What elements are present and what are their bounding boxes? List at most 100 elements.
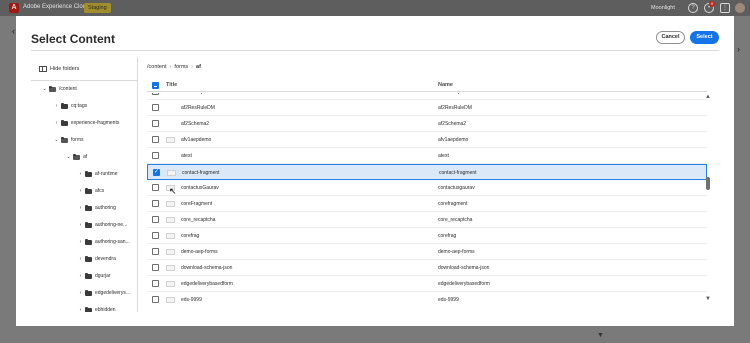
select-all-checkbox[interactable] <box>152 82 159 89</box>
row-name: afv1aepdemo <box>438 137 469 143</box>
chevron-down-icon[interactable]: ⌄ <box>41 86 48 92</box>
table-header: Title Name <box>147 78 707 92</box>
row-checkbox[interactable] <box>152 136 159 143</box>
tree-item-authoring-ne[interactable]: › authoring-ne... <box>77 220 127 230</box>
chevron-right-icon[interactable]: › <box>77 256 84 262</box>
tree-divider <box>31 80 137 81</box>
breadcrumb-root[interactable]: /content <box>147 64 167 70</box>
table-row[interactable]: atest atest <box>147 148 707 164</box>
table-row[interactable]: corefrag corefrag <box>147 228 707 244</box>
content-table-body: af2flexilayout af2flexilayout af2ResRuleD… <box>147 93 707 306</box>
table-row[interactable]: af2ResRuleDM af2ResRuleDM <box>147 100 707 116</box>
apps-grid-icon[interactable]: ⋮ <box>720 3 730 13</box>
thumbnail-icon <box>166 281 175 287</box>
chevron-right-icon[interactable]: › <box>77 273 84 279</box>
folder-icon <box>85 221 92 228</box>
tree-item-ebhidden[interactable]: › ebhidden <box>77 305 116 312</box>
table-row[interactable]: contactusGaurav contactusgaurav <box>147 180 707 196</box>
row-checkbox[interactable] <box>152 104 159 111</box>
tree-item-af[interactable]: ⌄ af <box>65 152 87 162</box>
table-row[interactable]: af2Schema2 af2Schema2 <box>147 116 707 132</box>
column-name[interactable]: Name <box>438 82 453 88</box>
table-row-selected[interactable]: contact-fragment contact-fragment <box>147 164 707 180</box>
help-icon[interactable]: ? <box>688 3 698 13</box>
env-badge: Staging <box>84 3 111 13</box>
tree-item-afcs[interactable]: › afcs <box>77 186 104 196</box>
hide-folders-button[interactable]: Hide folders <box>39 66 79 72</box>
chevron-right-icon[interactable]: › <box>77 307 84 312</box>
tree-item-devendra[interactable]: › devendra <box>77 254 116 264</box>
tree-item-edgedeliverys[interactable]: › edgedeliverys... <box>77 288 130 298</box>
tree-item-cq-tags[interactable]: › cq:tags <box>53 101 87 111</box>
breadcrumb-current: af <box>196 64 201 70</box>
breadcrumb-separator-icon: › <box>191 64 194 70</box>
thumbnail-icon <box>167 170 176 176</box>
select-button[interactable]: Select <box>690 31 719 44</box>
thumbnail-icon <box>166 217 175 223</box>
chevron-right-icon[interactable]: › <box>77 290 84 296</box>
folder-icon <box>85 238 92 245</box>
table-row[interactable]: demo-aep-forms demo-aep-forms <box>147 244 707 260</box>
tree-item-dgurjar[interactable]: › dgurjar <box>77 271 111 281</box>
row-name: contactusgaurav <box>438 185 475 191</box>
folder-icon <box>85 170 92 177</box>
back-chevron-icon: ‹ <box>12 26 15 36</box>
row-checkbox[interactable] <box>152 216 159 223</box>
table-row[interactable]: edgedeliverybasedform edgedeliverybasedfo… <box>147 276 707 292</box>
table-row[interactable]: download-schema-json download-schema-json <box>147 260 707 276</box>
tree-item-experience-fragments[interactable]: › experience-fragments <box>53 118 119 128</box>
row-checkbox[interactable] <box>152 232 159 239</box>
row-name: af2ResRuleDM <box>438 105 472 111</box>
chevron-down-icon[interactable]: ⌄ <box>65 154 72 160</box>
thumbnail-icon <box>166 137 175 143</box>
chevron-right-icon[interactable]: › <box>77 239 84 245</box>
tree-item-authoring[interactable]: › authoring <box>77 203 116 213</box>
chevron-right-icon[interactable]: › <box>77 205 84 211</box>
row-checkbox[interactable] <box>152 248 159 255</box>
scrollbar-thumb[interactable] <box>706 177 710 190</box>
scroll-down-icon[interactable]: ▼ <box>705 296 711 302</box>
row-checkbox[interactable] <box>152 296 159 303</box>
row-checkbox[interactable] <box>152 264 159 271</box>
tree-item-content[interactable]: ⌄/content <box>41 84 77 94</box>
table-row[interactable]: eds-9999 eds-9999 <box>147 292 707 306</box>
scroll-up-icon[interactable]: ▲ <box>705 94 711 100</box>
tree-item-authoring-san[interactable]: › authoring-san... <box>77 237 130 247</box>
header-divider <box>31 50 719 51</box>
row-checkbox[interactable] <box>152 152 159 159</box>
row-title: contactusGaurav <box>181 185 219 191</box>
row-title: contact-fragment <box>182 170 220 176</box>
row-checkbox[interactable] <box>152 120 159 127</box>
chevron-right-icon[interactable]: › <box>53 120 60 126</box>
table-row[interactable]: af2flexilayout af2flexilayout <box>147 93 707 100</box>
column-title[interactable]: Title <box>166 82 177 88</box>
chevron-right-icon[interactable]: › <box>77 171 84 177</box>
row-title: demo-aep-forms <box>181 249 218 255</box>
chevron-right-icon[interactable]: › <box>77 188 84 194</box>
avatar[interactable] <box>735 3 745 13</box>
row-name: af2Schema2 <box>438 121 467 127</box>
thumbnail-icon <box>166 249 175 255</box>
table-row[interactable]: core_recaptcha core_recaptcha <box>147 212 707 228</box>
row-checkbox[interactable] <box>152 280 159 287</box>
row-checkbox[interactable] <box>153 168 160 176</box>
table-row[interactable]: afv1aepdemo afv1aepdemo <box>147 132 707 148</box>
cancel-button[interactable]: Cancel <box>656 31 685 44</box>
breadcrumb-mid[interactable]: forms <box>174 64 188 70</box>
row-title: core_recaptcha <box>181 217 216 223</box>
chevron-right-icon[interactable]: › <box>53 103 60 109</box>
row-title: afv1aepdemo <box>181 137 212 143</box>
row-checkbox[interactable] <box>152 200 159 207</box>
tree-item-af-runtime[interactable]: › af-runtime <box>77 169 118 179</box>
thumbnail-icon <box>166 233 175 239</box>
folder-icon <box>85 204 92 211</box>
table-row[interactable]: coreFragment corefragment <box>147 196 707 212</box>
row-checkbox[interactable] <box>152 184 159 191</box>
chevron-down-icon[interactable]: ⌄ <box>53 137 60 143</box>
org-switcher[interactable]: Moonlight <box>651 5 675 11</box>
chevron-right-icon[interactable]: › <box>77 222 84 228</box>
row-checkbox[interactable] <box>152 93 159 95</box>
adobe-logo-icon: A <box>9 3 19 13</box>
expand-chevron-icon: › <box>737 44 740 54</box>
tree-item-forms[interactable]: ⌄ forms <box>53 135 84 145</box>
